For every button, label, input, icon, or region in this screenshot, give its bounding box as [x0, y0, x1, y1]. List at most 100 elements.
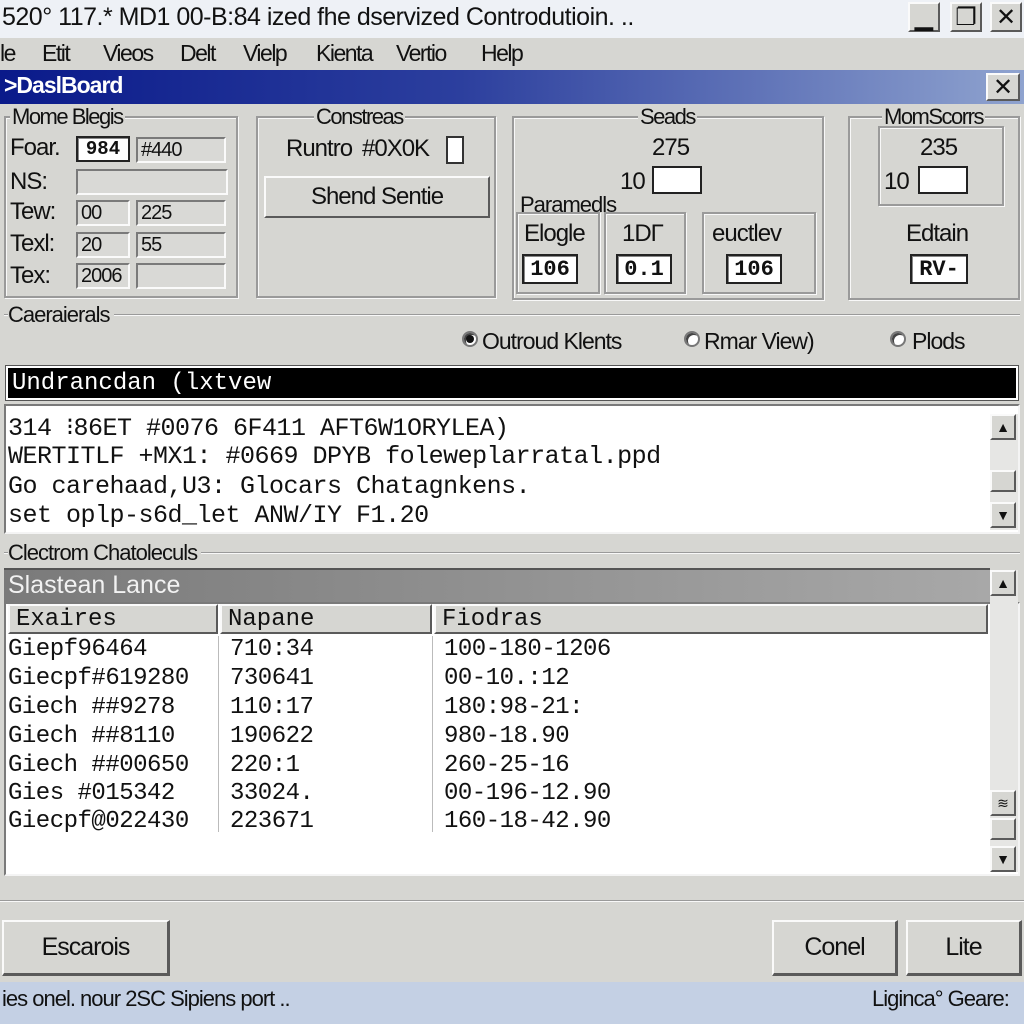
menu-view[interactable]: Vieos — [103, 40, 154, 67]
scroll-grip-icon[interactable]: ≋ — [990, 790, 1016, 816]
radio-plods[interactable] — [890, 331, 906, 347]
table-cell: 710:34 — [230, 636, 314, 663]
seads-field[interactable] — [652, 166, 702, 194]
caeraierals-title: Caeraierals — [8, 302, 114, 328]
param-value[interactable]: 0.1 — [616, 254, 672, 284]
home-field[interactable]: 225 — [136, 200, 226, 226]
home-field[interactable]: 00 — [76, 200, 130, 226]
table-cell: 00-10.:12 — [444, 665, 570, 692]
scroll-thumb[interactable] — [990, 470, 1016, 492]
home-field[interactable]: #440 — [136, 137, 226, 163]
table-cell: Giepf96464 — [8, 636, 148, 663]
section-divider — [4, 314, 1020, 316]
home-field[interactable]: 2006 — [76, 263, 130, 289]
radio-rmar-view[interactable] — [684, 331, 700, 347]
log-line: 314 ⁝86ΕΤ #0076 6F411 AFT6W1ORYLEA) — [8, 414, 509, 443]
column-header[interactable]: Fiodras — [434, 604, 988, 634]
table-cell: 980-18.90 — [444, 723, 570, 750]
table-cell: 180:98-21: — [444, 694, 584, 721]
dashboard-close-button[interactable]: ✕ — [986, 73, 1020, 101]
column-divider — [432, 636, 433, 832]
log-line: set oplp-s6d_let ANW/IY F1.20 — [8, 501, 429, 530]
table-cell: 220:1 — [230, 752, 300, 779]
table-caption: Slastean Lance — [8, 571, 181, 599]
table-cell: 730641 — [230, 665, 314, 692]
momscorrs-field[interactable] — [918, 166, 968, 194]
table-cell: 190622 — [230, 723, 314, 750]
runtro-label: Runtro — [286, 135, 353, 162]
home-field[interactable]: 984 — [76, 136, 130, 162]
menu-kienta[interactable]: Kienta — [316, 40, 374, 67]
electrom-title: Clectrom Chatoleculs — [8, 540, 202, 566]
menu-delt[interactable]: Delt — [180, 40, 216, 67]
table-cell: 00-196-12.90 — [444, 780, 611, 807]
dashboard-header — [0, 70, 1024, 104]
runtro-field[interactable] — [446, 136, 464, 164]
status-text: ies onel. nour 2SC Sipiens port .. — [2, 986, 291, 1011]
home-row-label: NS: — [10, 168, 48, 195]
minimize-button[interactable]: ▁ — [908, 2, 940, 32]
table-cell: Giech ##00650 — [8, 752, 189, 779]
edtain-value[interactable]: RV- — [910, 254, 968, 284]
home-group-title: Mome Blegis — [10, 104, 125, 129]
menu-vertio[interactable]: Vertio — [396, 40, 447, 67]
radio-label: Outroud Klents — [482, 328, 622, 354]
home-row-label: Tex: — [10, 262, 51, 289]
menu-file[interactable]: le — [0, 40, 16, 67]
window-title: 520° 117.* MD1 00-B:84 ized fhe dservize… — [2, 3, 634, 31]
lite-button[interactable]: Lite — [906, 920, 1022, 976]
escarois-button[interactable]: Escarois — [2, 920, 170, 976]
seads-value: 275 — [652, 134, 690, 161]
param-value[interactable]: 106 — [522, 254, 578, 284]
radio-outroud-klents[interactable] — [462, 331, 478, 347]
scroll-thumb[interactable] — [990, 818, 1016, 840]
param-label: Elogle — [524, 220, 586, 247]
edtain-label: Edtain — [906, 220, 969, 247]
home-row-label: Foar. — [10, 134, 61, 161]
menu-edit[interactable]: Etit — [42, 40, 71, 67]
momscorrs-value: 235 — [920, 134, 958, 161]
table-cell: 260-25-16 — [444, 752, 570, 779]
log-line: WERTITLF +MX1: #0669 DPYB foleweplarrata… — [8, 442, 661, 471]
cancel-button[interactable]: Conel — [772, 920, 898, 976]
column-divider — [218, 636, 219, 832]
param-value[interactable]: 106 — [726, 254, 782, 284]
column-header[interactable]: Napane — [220, 604, 432, 634]
scroll-down-icon[interactable]: ▼ — [990, 846, 1016, 872]
home-row-label: Texl: — [10, 230, 55, 257]
home-field[interactable] — [136, 263, 226, 289]
constreas-group-title: Constreas — [314, 104, 405, 129]
log-line: Go carehaad,U3: Glocars Chatagnkens. — [8, 472, 531, 501]
home-field[interactable]: 20 — [76, 232, 130, 258]
seads-group-title: Seads — [638, 104, 697, 129]
table-cell: Giecpf#619280 — [8, 665, 189, 692]
dashboard-title: >DaslBoard — [4, 72, 123, 98]
table-cell: Giech ##9278 — [8, 694, 175, 721]
table-cell: 160-18-42.90 — [444, 808, 611, 835]
scroll-up-icon[interactable]: ▲ — [990, 570, 1016, 596]
param-label: euctlev — [712, 220, 782, 247]
maximize-button[interactable]: ❐ — [950, 2, 982, 32]
scroll-up-icon[interactable]: ▲ — [990, 414, 1016, 440]
table-cell: Giech ##8110 — [8, 723, 175, 750]
table-cell: 110:17 — [230, 694, 314, 721]
close-button[interactable]: ✕ — [990, 2, 1022, 32]
table-cell: Giecpf@022430 — [8, 808, 189, 835]
scroll-down-icon[interactable]: ▼ — [990, 502, 1016, 528]
status-right-text: Ligincа° Geare: — [872, 986, 1010, 1011]
table-cell: 33024. — [230, 780, 314, 807]
home-field[interactable] — [76, 169, 228, 195]
home-row-label: Tew: — [10, 198, 56, 225]
column-header[interactable]: Exaires — [8, 604, 218, 634]
runtro-value: #0X0K — [362, 135, 430, 162]
menu-help[interactable]: Help — [481, 40, 524, 67]
param-label: 1DΓ — [622, 220, 664, 247]
log-header: Undrancdan (lxtvew — [12, 370, 272, 397]
shend-sentie-button[interactable]: Shend Sentie — [264, 176, 490, 218]
home-field[interactable]: 55 — [136, 232, 226, 258]
seads-field-label: 10 — [620, 168, 646, 195]
radio-label: Plods — [912, 328, 966, 354]
menu-vielp[interactable]: Vielp — [243, 40, 288, 67]
footer-divider — [0, 900, 1024, 902]
radio-label: Rmar View) — [704, 328, 815, 354]
